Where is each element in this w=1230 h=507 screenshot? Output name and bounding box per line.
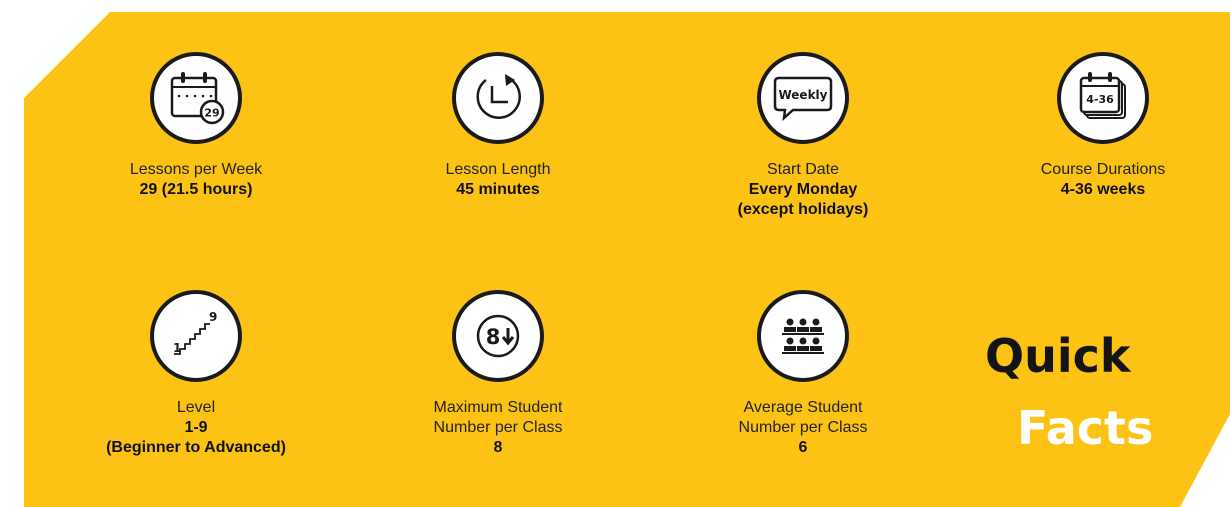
students-group-icon xyxy=(757,290,849,382)
speech-bubble-text: Weekly xyxy=(778,88,827,102)
fact-label: Average Student Number per Class xyxy=(738,399,868,436)
fact-value: Every Monday xyxy=(748,181,858,198)
facts-word: Facts xyxy=(1017,401,1154,455)
fact-label: Maximum Student Number per Class xyxy=(433,399,563,436)
fact-label: Course Durations xyxy=(1040,161,1166,178)
fact-value: 8 xyxy=(493,439,503,456)
fact-value: 1-9 xyxy=(184,419,208,436)
fact-label: Lessons per Week xyxy=(129,161,263,178)
fact-value: 45 minutes xyxy=(456,181,540,198)
stairs-low-number: 1 xyxy=(173,341,181,355)
fact-average-students: Average Student Number per Class 6 xyxy=(683,290,923,458)
fact-course-durations: 4-36 Course Durations 4-36 weeks xyxy=(983,52,1223,200)
fact-lessons-per-week: 29 Lessons per Week 29 (21.5 hours) xyxy=(76,52,316,200)
fact-lesson-length: Lesson Length 45 minutes xyxy=(378,52,618,200)
fact-value: 29 (21.5 hours) xyxy=(139,181,253,198)
clock-icon xyxy=(452,52,544,144)
quick-word: Quick xyxy=(985,329,1131,383)
stacked-calendar-badge: 4-36 xyxy=(1086,93,1114,106)
fact-value-note: (Beginner to Advanced) xyxy=(106,439,286,456)
fact-value-note: (except holidays) xyxy=(737,201,869,218)
quick-facts-heading: Quick Facts xyxy=(985,330,1185,454)
fact-value: 6 xyxy=(798,439,808,456)
calendar-icon: 29 xyxy=(150,52,242,144)
stacked-calendar-icon: 4-36 xyxy=(1057,52,1149,144)
stairs-high-number: 9 xyxy=(209,310,217,324)
fact-label: Level xyxy=(176,399,216,416)
fact-label: Start Date xyxy=(766,161,840,178)
calendar-badge: 29 xyxy=(204,107,219,120)
stairs-icon: 1 9 xyxy=(150,290,242,382)
fact-level: 1 9 Level 1-9 (Beginner to Advanced) xyxy=(76,290,316,458)
max-students-number: 8 xyxy=(486,325,501,349)
fact-label: Lesson Length xyxy=(445,161,551,178)
fact-maximum-students: 8 Maximum Student Number per Class 8 xyxy=(378,290,618,458)
fact-start-date: Weekly Start Date Every Monday (except h… xyxy=(683,52,923,220)
fact-value: 4-36 weeks xyxy=(1060,181,1146,198)
max-students-icon: 8 xyxy=(452,290,544,382)
speech-bubble-icon: Weekly xyxy=(757,52,849,144)
